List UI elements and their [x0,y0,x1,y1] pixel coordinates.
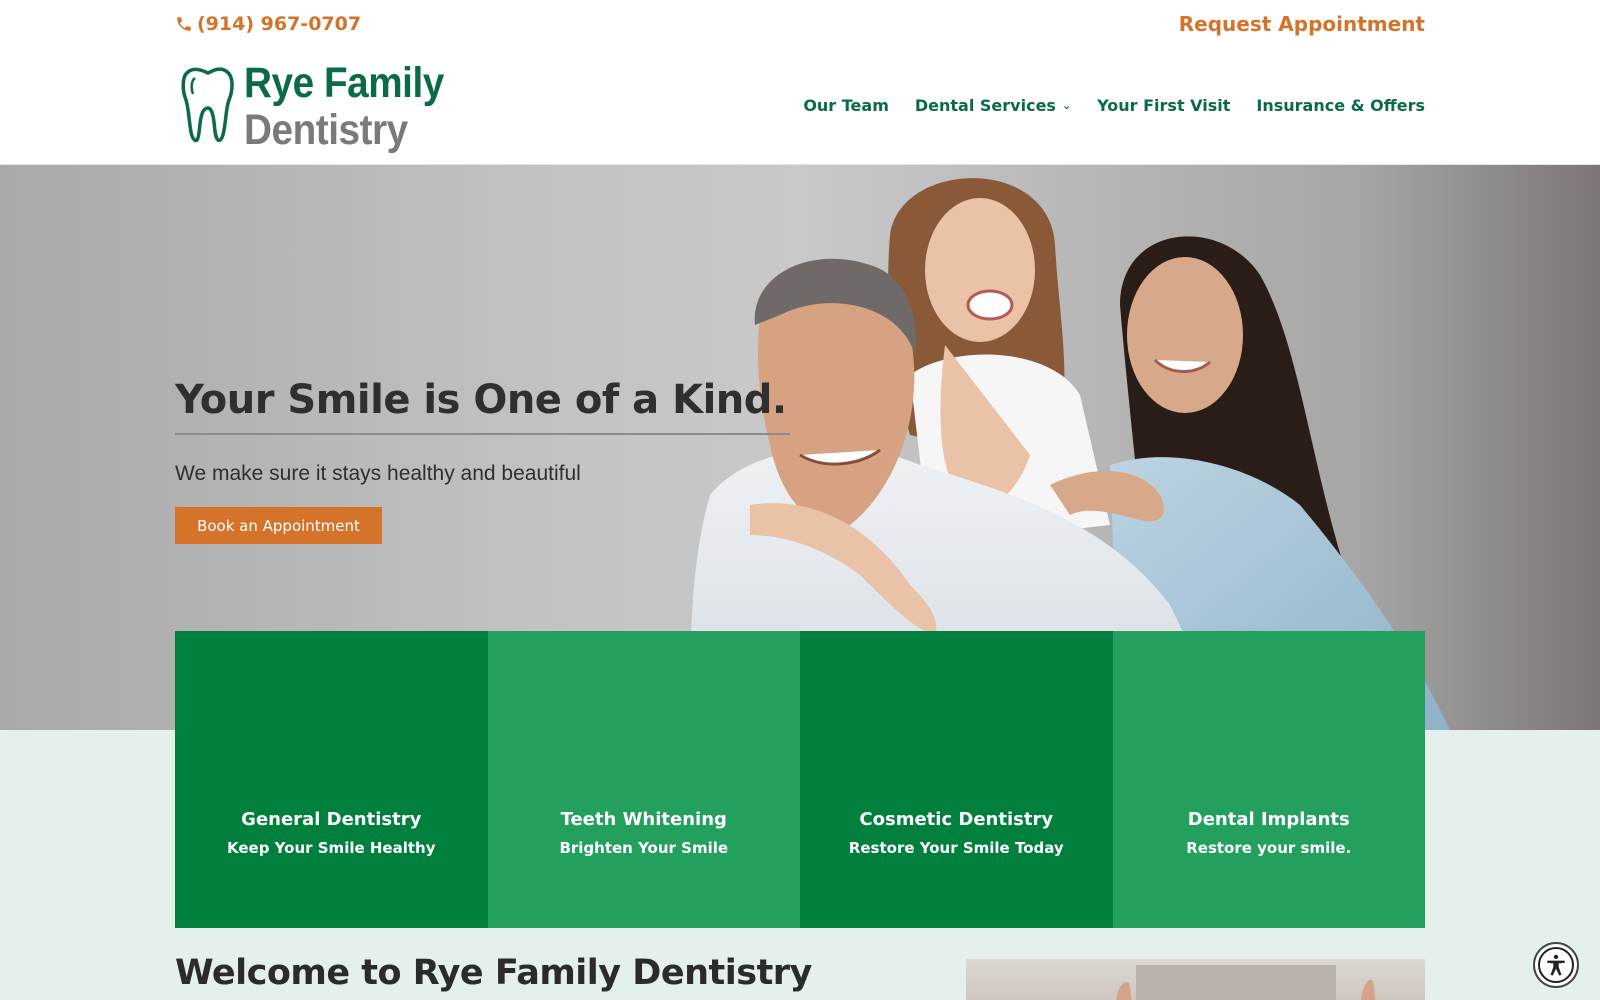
nav-item-insurance-offers[interactable]: Insurance & Offers [1256,96,1425,115]
accessibility-icon [1538,947,1574,983]
welcome-heading: Welcome to Rye Family Dentistry [175,953,812,993]
service-card-title: Teeth Whitening [560,809,727,830]
main-nav: Our Team Dental Services ⌄ Your First Vi… [803,96,1425,115]
chevron-down-icon: ⌄ [1061,99,1072,112]
services-row: General Dentistry Keep Your Smile Health… [175,631,1425,928]
service-card-subtitle: Restore your smile. [1186,839,1352,857]
service-card-general-dentistry[interactable]: General Dentistry Keep Your Smile Health… [175,631,488,928]
top-bar: (914) 967-0707 Request Appointment [0,0,1600,52]
accessibility-button[interactable] [1533,942,1579,988]
service-card-subtitle: Keep Your Smile Healthy [227,839,436,857]
hero-title: Your Smile is One of a Kind. [175,377,787,423]
phone-icon [177,17,191,31]
logo-subtitle: Dentistry [244,106,408,154]
logo-title: Rye Family [244,59,444,107]
nav-item-label: Dental Services [914,96,1056,115]
tooth-icon [181,67,234,143]
service-card-title: General Dentistry [241,809,422,830]
book-appointment-button[interactable]: Book an Appointment [175,507,382,544]
service-card-title: Cosmetic Dentistry [859,809,1054,830]
service-card-dental-implants[interactable]: Dental Implants Restore your smile. [1112,631,1425,928]
hero-subtitle: We make sure it stays healthy and beauti… [175,462,581,485]
nav-item-our-team[interactable]: Our Team [803,96,889,115]
nav-item-dental-services[interactable]: Dental Services ⌄ [915,96,1071,115]
service-card-subtitle: Brighten Your Smile [559,839,729,857]
hero-divider [175,433,790,435]
service-card-title: Dental Implants [1187,809,1350,830]
request-appointment-link[interactable]: Request Appointment [1179,12,1425,36]
phone-number: (914) 967-0707 [197,13,362,35]
service-card-subtitle: Restore Your Smile Today [848,839,1064,857]
site-logo[interactable]: Rye Family Dentistry [178,62,466,152]
nav-item-your-first-visit[interactable]: Your First Visit [1097,96,1230,115]
welcome-photo [966,959,1425,1000]
service-card-cosmetic-dentistry[interactable]: Cosmetic Dentistry Restore Your Smile To… [800,631,1113,928]
phone-link[interactable]: (914) 967-0707 [175,13,361,35]
site-header: Rye Family Dentistry Our Team Dental Ser… [0,52,1600,165]
service-card-teeth-whitening[interactable]: Teeth Whitening Brighten Your Smile [487,631,800,928]
